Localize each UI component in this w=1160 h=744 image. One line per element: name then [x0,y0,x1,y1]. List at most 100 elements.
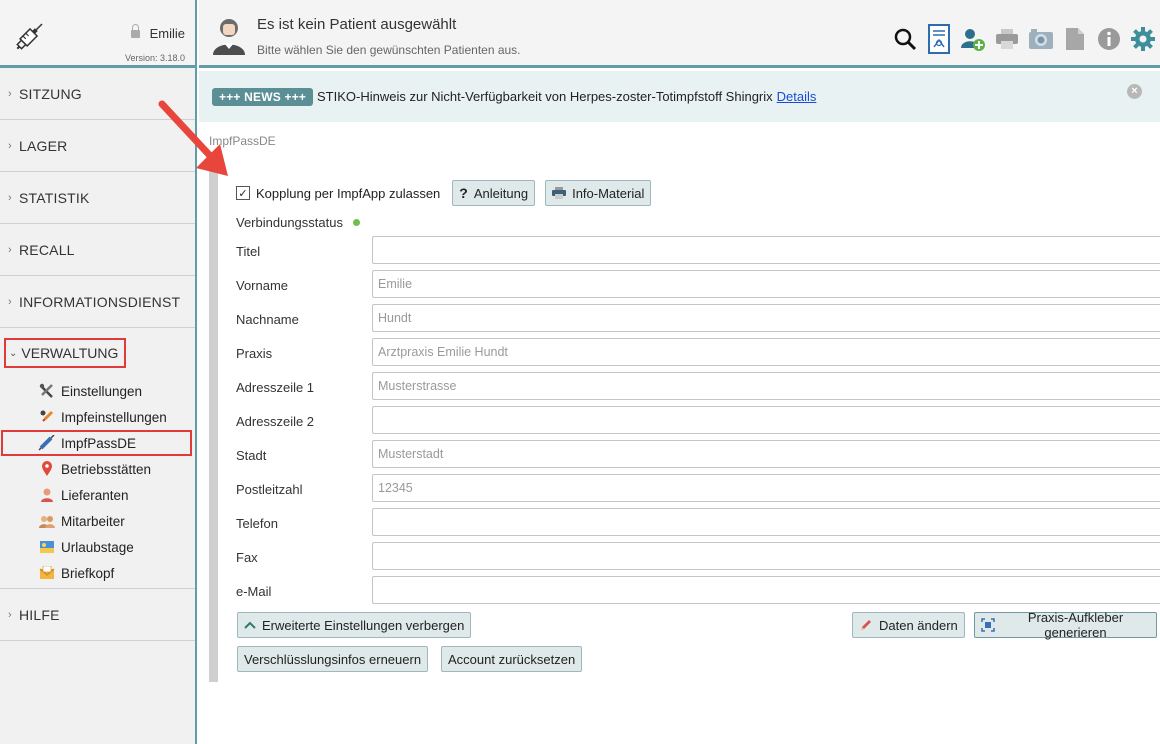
field-adresszeile-2: Adresszeile 2 [236,406,1160,436]
sidebar-item-lieferanten[interactable]: Lieferanten [0,482,195,508]
nav-hilfe[interactable]: › HILFE [0,589,195,641]
sidebar-item-betriebsstaetten[interactable]: Betriebsstätten [0,456,195,482]
field-nachname: Nachname [236,304,1160,334]
chevron-right-icon: › [8,608,12,621]
stadt-input[interactable] [372,440,1160,468]
postleitzahl-input[interactable] [372,474,1160,502]
nav-label: VERWALTUNG [21,345,119,361]
gear-icon[interactable] [1126,24,1160,54]
annotation-arrow-icon [158,100,228,176]
nav-informationsdienst[interactable]: › INFORMATIONSDIENST [0,276,195,328]
nav-label: STATISTIK [19,189,90,206]
sidebar-item-impfpassde[interactable]: ImpfPassDE [1,430,192,456]
renew-encryption-button[interactable]: Verschlüsslungsinfos erneuern [237,646,429,672]
field-email: e-Mail [236,576,1160,606]
news-banner: +++ NEWS +++ STIKO-Hinweis zur Nicht-Ver… [199,71,1160,122]
sidebar-item-label: ImpfPassDE [61,435,137,451]
fax-input[interactable] [372,542,1160,570]
nav-verwaltung-group: ⌄ VERWALTUNG Einstellungen Impfeinstellun… [0,328,195,589]
field-label: Titel [236,244,261,259]
button-label: Account zurücksetzen [448,651,576,667]
nav-label: RECALL [19,241,75,258]
chevron-right-icon: › [8,87,12,100]
nav-label: SITZUNG [19,85,82,102]
version-label: Version: 3.18.0 [124,53,185,63]
praxis-input[interactable] [372,338,1160,366]
add-patient-icon[interactable] [956,24,990,54]
syringe-icon [38,435,56,451]
field-label: Praxis [236,346,273,361]
chevron-right-icon: › [8,139,12,152]
vorname-input[interactable] [372,270,1160,298]
sidebar-item-briefkopf[interactable]: Briefkopf [0,560,195,586]
toggle-advanced-button[interactable]: Erweiterte Einstellungen verbergen [237,612,472,638]
sidebar-item-mitarbeiter[interactable]: Mitarbeiter [0,508,195,534]
vaccination-certificate-icon[interactable] [922,24,956,54]
field-label: Telefon [236,516,278,531]
news-message: STIKO-Hinweis zur Nicht-Verfügbarkeit vo… [317,89,773,104]
current-user[interactable]: Emilie [130,24,185,41]
button-label: Erweiterte Einstellungen verbergen [262,617,465,633]
field-adresszeile-1: Adresszeile 1 [236,372,1160,402]
info-material-button[interactable]: Info-Material [545,180,652,206]
news-text: STIKO-Hinweis zur Nicht-Verfügbarkeit vo… [317,89,816,104]
camera-icon[interactable] [1024,24,1058,54]
syringe-logo-icon [16,23,43,50]
adresszeile-2-input[interactable] [372,406,1160,434]
generate-sticker-button[interactable]: Praxis-Aufkleber generieren [974,610,1157,640]
close-icon[interactable]: × [1127,84,1142,99]
location-pin-icon [38,461,56,477]
field-label: Stadt [236,448,267,463]
coupling-row: ✓ Kopplung per ImpfApp zulassen ? Anleitu… [236,180,652,206]
titel-input[interactable] [372,236,1160,264]
chevron-down-icon: ⌄ [9,347,18,359]
news-details-link[interactable]: Details [777,89,817,104]
search-icon[interactable] [888,24,922,54]
sidebar-item-einstellungen[interactable]: Einstellungen [0,378,195,404]
status-label: Verbindungsstatus [236,215,343,230]
coupling-label: Kopplung per ImpfApp zulassen [256,185,441,201]
document-icon[interactable] [1058,24,1092,54]
button-label: Daten ändern [879,617,958,633]
edit-data-button[interactable]: Daten ändern [852,612,965,638]
sidebar-item-label: Betriebsstätten [61,461,152,477]
chevron-up-icon [244,621,256,629]
nav-verwaltung[interactable]: ⌄ VERWALTUNG [4,338,127,368]
field-praxis: Praxis [236,338,1160,368]
anleitung-button[interactable]: ? Anleitung [452,180,536,206]
field-label: Adresszeile 2 [236,414,315,429]
info-icon[interactable] [1092,24,1126,54]
qr-scan-icon [981,618,995,632]
sidebar-item-label: Mitarbeiter [61,513,125,529]
sidebar-item-label: Impfeinstellungen [61,409,167,425]
field-titel: Titel [236,236,1160,266]
email-input[interactable] [372,576,1160,604]
brand-header: Emilie Version: 3.18.0 [0,0,195,68]
patient-title: Es ist kein Patient ausgewählt [257,16,457,33]
adresszeile-1-input[interactable] [372,372,1160,400]
button-label: Anleitung [473,185,529,201]
nachname-input[interactable] [372,304,1160,332]
nav-recall[interactable]: › RECALL [0,224,195,276]
field-label: e-Mail [236,584,272,599]
supplier-icon [38,487,56,503]
nav-label: LAGER [19,137,68,154]
sidebar-item-urlaubstage[interactable]: Urlaubstage [0,534,195,560]
sidebar-item-label: Einstellungen [61,383,143,399]
patient-header: Es ist kein Patient ausgewählt Bitte wäh… [199,0,1160,68]
printer-icon[interactable] [990,24,1024,54]
chevron-right-icon: › [8,191,12,204]
coupling-checkbox[interactable]: ✓ [236,186,250,200]
reset-account-button[interactable]: Account zurücksetzen [441,646,583,672]
telefon-input[interactable] [372,508,1160,536]
staff-icon [38,513,56,529]
field-label: Adresszeile 1 [236,380,315,395]
sidebar-item-label: Lieferanten [61,487,129,503]
sidebar-item-impfeinstellungen[interactable]: Impfeinstellungen [0,404,195,430]
impfpass-form: ✓ Kopplung per ImpfApp zulassen ? Anleitu… [209,168,1160,682]
user-name: Emilie [149,26,185,41]
patient-subtitle: Bitte wählen Sie den gewünschten Patient… [257,43,521,57]
connection-status: Verbindungsstatus [236,215,360,230]
field-label: Vorname [236,278,289,293]
field-telefon: Telefon [236,508,1160,538]
